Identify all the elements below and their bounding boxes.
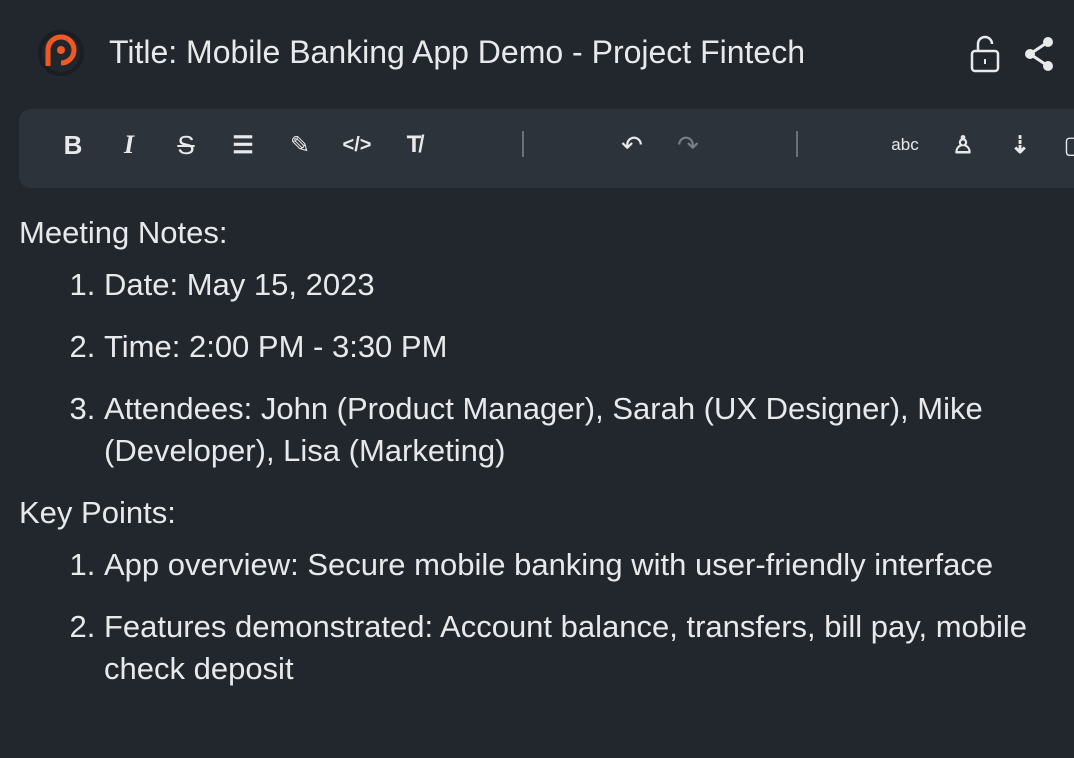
share-icon[interactable] <box>1022 34 1058 74</box>
editor-content[interactable]: Meeting Notes: Date: May 15, 2023 Time: … <box>19 212 1074 710</box>
undo-button[interactable]: ↶ <box>615 128 649 162</box>
code-icon: </> <box>342 133 372 156</box>
section-heading: Key Points: <box>19 495 176 530</box>
spellcheck-button[interactable]: abc <box>888 128 922 162</box>
image-icon: ▢ <box>1064 131 1074 160</box>
list-item: Attendees: John (Product Manager), Sarah… <box>104 388 1074 472</box>
header: Title: Mobile Banking App Demo - Project… <box>0 0 1074 108</box>
list-item: App overview: Secure mobile banking with… <box>104 544 1074 586</box>
italic-button[interactable]: I <box>112 128 146 162</box>
numbered-list-button[interactable]: ☰ <box>226 128 260 162</box>
code-button[interactable]: </> <box>340 128 374 162</box>
app-logo-icon <box>38 30 84 76</box>
page-title: Title: Mobile Banking App Demo - Project… <box>109 34 806 70</box>
sort-icon: ⇣ <box>1009 131 1031 159</box>
key-points-list: App overview: Secure mobile banking with… <box>19 544 1074 690</box>
accessibility-icon: ♙ <box>952 131 974 159</box>
unlock-icon[interactable] <box>967 34 1003 74</box>
highlight-button[interactable]: ✎ <box>283 128 317 162</box>
strikethrough-button[interactable]: S <box>169 128 203 162</box>
section-heading: Meeting Notes: <box>19 215 228 250</box>
sort-button[interactable]: ⇣ <box>1003 128 1037 162</box>
accessibility-button[interactable]: ♙ <box>946 128 980 162</box>
list-item: Date: May 15, 2023 <box>104 264 1074 306</box>
list-item: Time: 2:00 PM - 3:30 PM <box>104 326 1074 368</box>
toolbar-divider <box>796 131 798 157</box>
meeting-details-list: Date: May 15, 2023 Time: 2:00 PM - 3:30 … <box>19 264 1074 472</box>
toolbar-divider <box>522 131 524 157</box>
redo-button[interactable]: ↷ <box>671 128 705 162</box>
clear-format-icon: T̸ <box>406 131 422 158</box>
bold-button[interactable]: B <box>56 128 90 162</box>
clear-format-button[interactable]: T̸ <box>397 128 431 162</box>
highlighter-icon: ✎ <box>289 131 311 159</box>
list-item: Features demonstrated: Account balance, … <box>104 606 1044 690</box>
image-button[interactable]: ▢ <box>1058 128 1074 162</box>
strikethrough-icon: S <box>177 129 195 160</box>
numbered-list-icon: ☰ <box>232 131 254 159</box>
